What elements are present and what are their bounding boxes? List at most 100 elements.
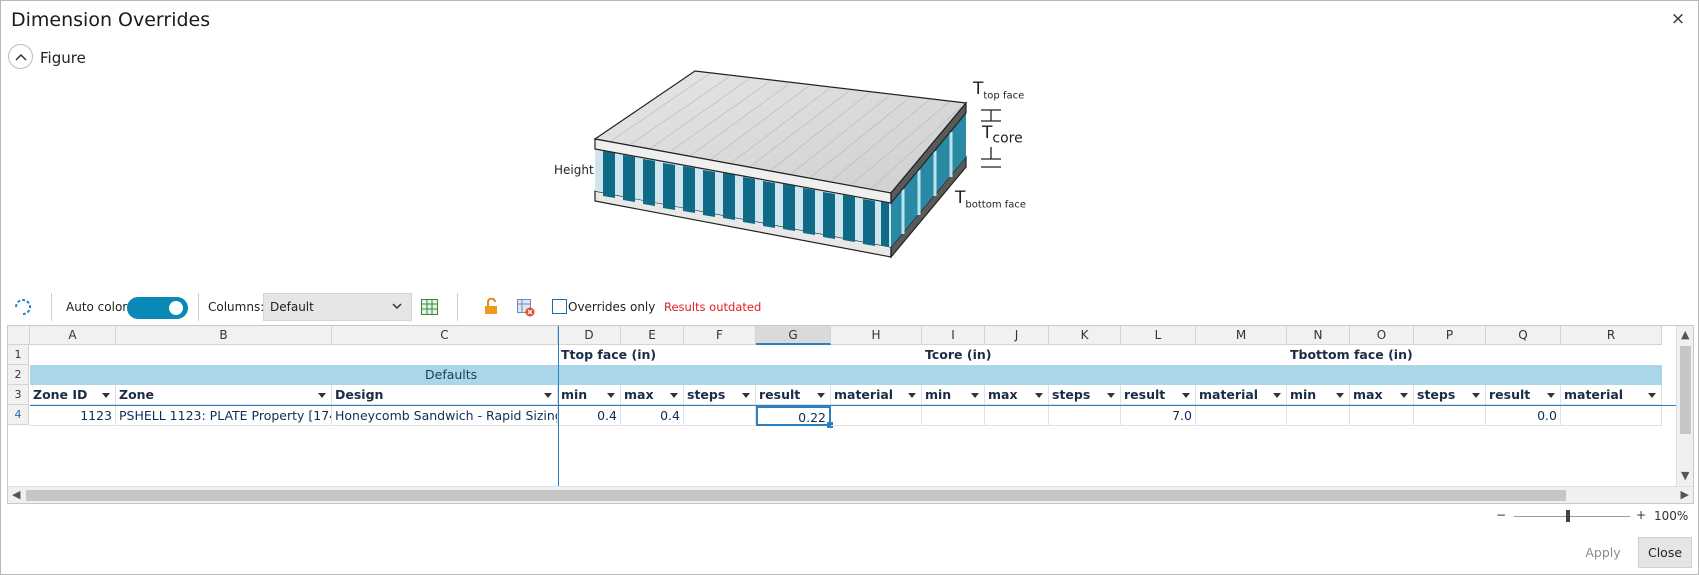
zoom-out-button[interactable]: − bbox=[1496, 508, 1506, 522]
header-design[interactable]: Design bbox=[332, 385, 558, 405]
cell-core-min[interactable] bbox=[922, 406, 985, 426]
header-top-max[interactable]: max bbox=[621, 385, 684, 405]
header-bottom-max[interactable]: max bbox=[1350, 385, 1414, 405]
header-bottom-steps[interactable]: steps bbox=[1414, 385, 1486, 405]
cell-core-result[interactable]: 7.0 bbox=[1121, 406, 1196, 426]
zoom-slider-thumb[interactable] bbox=[1566, 510, 1570, 522]
apply-button[interactable]: Apply bbox=[1575, 537, 1631, 568]
cell-top-material[interactable] bbox=[831, 406, 922, 426]
scroll-down-icon[interactable]: ▼ bbox=[1681, 469, 1689, 482]
col-header-j[interactable]: J bbox=[985, 326, 1049, 345]
col-header-g[interactable]: G bbox=[756, 326, 831, 345]
filter-dropdown-icon[interactable] bbox=[1648, 393, 1656, 398]
close-button[interactable]: Close bbox=[1638, 537, 1692, 568]
col-header-d[interactable]: D bbox=[558, 326, 621, 345]
auto-color-toggle[interactable] bbox=[127, 297, 188, 319]
cell-bottom-steps[interactable] bbox=[1414, 406, 1486, 426]
col-header-h[interactable]: H bbox=[831, 326, 922, 345]
cell-top-steps[interactable] bbox=[684, 406, 756, 426]
header-bottom-material[interactable]: material bbox=[1561, 385, 1662, 405]
header-core-result[interactable]: result bbox=[1121, 385, 1196, 405]
filter-dropdown-icon[interactable] bbox=[544, 393, 552, 398]
zoom-slider[interactable] bbox=[1514, 516, 1630, 517]
row-header-3[interactable]: 3 bbox=[8, 385, 29, 405]
filter-dropdown-icon[interactable] bbox=[1182, 393, 1190, 398]
header-core-material[interactable]: material bbox=[1196, 385, 1287, 405]
refresh-icon[interactable] bbox=[13, 298, 33, 320]
scroll-right-icon[interactable]: ▶ bbox=[1681, 488, 1689, 501]
column-chooser-icon[interactable] bbox=[421, 299, 438, 319]
header-bottom-min[interactable]: min bbox=[1287, 385, 1350, 405]
filter-dropdown-icon[interactable] bbox=[318, 393, 326, 398]
col-header-p[interactable]: P bbox=[1414, 326, 1486, 345]
col-header-e[interactable]: E bbox=[621, 326, 684, 345]
col-header-r[interactable]: R bbox=[1561, 326, 1662, 345]
row-header-1[interactable]: 1 bbox=[8, 345, 29, 365]
horizontal-scroll-thumb[interactable] bbox=[26, 490, 1566, 501]
col-header-b[interactable]: B bbox=[116, 326, 332, 345]
filter-dropdown-icon[interactable] bbox=[1035, 393, 1043, 398]
filter-dropdown-icon[interactable] bbox=[102, 393, 110, 398]
figure-collapse-button[interactable] bbox=[8, 44, 33, 69]
header-zone[interactable]: Zone bbox=[116, 385, 332, 405]
header-top-result[interactable]: result bbox=[756, 385, 831, 405]
col-header-m[interactable]: M bbox=[1196, 326, 1287, 345]
filter-dropdown-icon[interactable] bbox=[1273, 393, 1281, 398]
filter-dropdown-icon[interactable] bbox=[1400, 393, 1408, 398]
header-top-material[interactable]: material bbox=[831, 385, 922, 405]
cell-core-material[interactable] bbox=[1196, 406, 1287, 426]
defaults-row[interactable]: Defaults bbox=[30, 365, 1662, 385]
cell-bottom-min[interactable] bbox=[1287, 406, 1350, 426]
col-header-i[interactable]: I bbox=[922, 326, 985, 345]
columns-select[interactable]: Default bbox=[263, 293, 412, 321]
cell-top-result-selected[interactable]: 0.22 bbox=[756, 406, 831, 426]
row-header-2[interactable]: 2 bbox=[8, 365, 29, 385]
filter-dropdown-icon[interactable] bbox=[908, 393, 916, 398]
col-header-o[interactable]: O bbox=[1350, 326, 1414, 345]
cell-top-min[interactable]: 0.4 bbox=[558, 406, 621, 426]
filter-dropdown-icon[interactable] bbox=[1547, 393, 1555, 398]
filter-dropdown-icon[interactable] bbox=[1336, 393, 1344, 398]
cell-bottom-material[interactable] bbox=[1561, 406, 1662, 426]
row-header-4[interactable]: 4 bbox=[8, 405, 29, 425]
filter-dropdown-icon[interactable] bbox=[670, 393, 678, 398]
cell-bottom-result[interactable]: 0.0 bbox=[1486, 406, 1561, 426]
vertical-scroll-thumb[interactable] bbox=[1680, 346, 1691, 434]
col-header-f[interactable]: F bbox=[684, 326, 756, 345]
cell-bottom-max[interactable] bbox=[1350, 406, 1414, 426]
grid-corner[interactable] bbox=[8, 326, 30, 345]
header-top-min[interactable]: min bbox=[558, 385, 621, 405]
filter-dropdown-icon[interactable] bbox=[1472, 393, 1480, 398]
col-header-c[interactable]: C bbox=[332, 326, 558, 345]
col-header-n[interactable]: N bbox=[1287, 326, 1350, 345]
cell-top-max[interactable]: 0.4 bbox=[621, 406, 684, 426]
header-top-steps[interactable]: steps bbox=[684, 385, 756, 405]
filter-dropdown-icon[interactable] bbox=[971, 393, 979, 398]
filter-dropdown-icon[interactable] bbox=[817, 393, 825, 398]
header-core-steps[interactable]: steps bbox=[1049, 385, 1121, 405]
scroll-left-icon[interactable]: ◀ bbox=[12, 488, 20, 501]
col-header-q[interactable]: Q bbox=[1486, 326, 1561, 345]
filter-dropdown-icon[interactable] bbox=[607, 393, 615, 398]
horizontal-scrollbar[interactable]: ◀ ▶ bbox=[8, 486, 1693, 503]
header-zone-id[interactable]: Zone ID bbox=[30, 385, 116, 405]
cell-core-max[interactable] bbox=[985, 406, 1049, 426]
cell-design[interactable]: Honeycomb Sandwich - Rapid Sizing bbox=[332, 406, 558, 426]
col-header-k[interactable]: K bbox=[1049, 326, 1121, 345]
close-icon[interactable]: × bbox=[1668, 9, 1688, 29]
overrides-only-checkbox[interactable] bbox=[552, 299, 567, 314]
unlock-icon[interactable] bbox=[484, 297, 498, 319]
clear-overrides-icon[interactable] bbox=[517, 299, 535, 321]
header-core-min[interactable]: min bbox=[922, 385, 985, 405]
filter-dropdown-icon[interactable] bbox=[1107, 393, 1115, 398]
col-header-a[interactable]: A bbox=[30, 326, 116, 345]
zoom-in-button[interactable]: + bbox=[1636, 508, 1646, 522]
scroll-up-icon[interactable]: ▲ bbox=[1681, 328, 1689, 341]
header-bottom-result[interactable]: result bbox=[1486, 385, 1561, 405]
header-core-max[interactable]: max bbox=[985, 385, 1049, 405]
cell-zone[interactable]: PSHELL 1123: PLATE Property [174] bbox=[116, 406, 332, 426]
overrides-grid[interactable]: A B C D E F G H I J K L M N O P Q R 1 2 … bbox=[7, 325, 1694, 504]
cell-zone-id[interactable]: 1123 bbox=[30, 406, 116, 426]
vertical-scrollbar[interactable]: ▲ ▼ bbox=[1676, 326, 1693, 487]
col-header-l[interactable]: L bbox=[1121, 326, 1196, 345]
